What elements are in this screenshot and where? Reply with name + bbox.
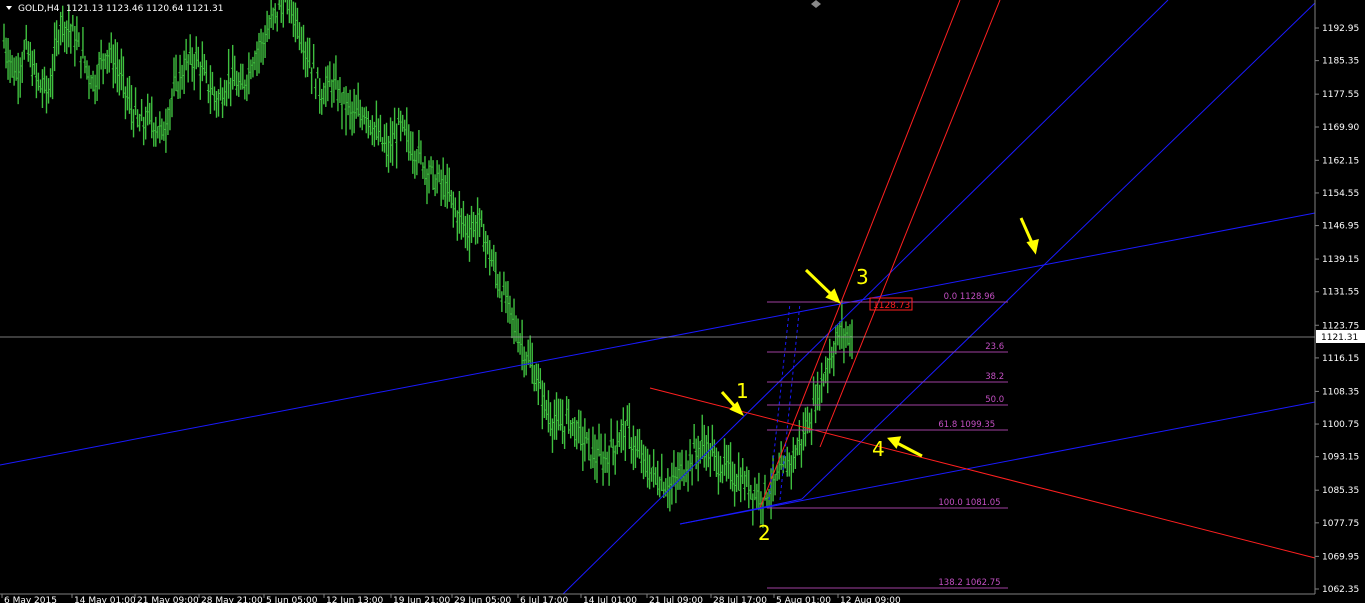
price-tick-label: 1162.15 (1322, 156, 1359, 166)
price-tick-label: 1108.35 (1322, 387, 1359, 397)
price-axis: 1192.95 1185.35 1177.55 1169.90 1162.15 1154.… (1315, 24, 1359, 595)
symbol-title: GOLD,H4 (18, 4, 60, 14)
chevron-down-icon[interactable] (6, 6, 12, 10)
price-tick-label: 1077.75 (1322, 519, 1359, 529)
time-tick-label: 21 May 09:00 (137, 596, 199, 603)
channel-blue-right[interactable] (801, 2, 1316, 500)
time-tick-label: 5 Jun 05:00 (266, 596, 318, 603)
price-tick-label: 1154.55 (1322, 189, 1359, 199)
time-tick-label: 12 Jun 13:00 (326, 596, 383, 603)
annotation-1: 1 (736, 379, 749, 403)
price-tick-label: 1131.55 (1322, 288, 1359, 298)
scroll-marker-icon[interactable] (811, 0, 821, 8)
trendline-blue-long[interactable] (0, 212, 1316, 466)
candles-layer (2, 0, 853, 528)
price-tick-label: 1139.15 (1322, 255, 1359, 265)
fib-level-label: 61.8 1099.35 (938, 420, 995, 430)
fib-level-label: 138.2 1062.75 (938, 578, 1000, 588)
fib-level-label: 100.0 1081.05 (938, 498, 1000, 508)
time-tick-label: 6 Jul 17:00 (520, 596, 569, 603)
chart-window[interactable]: 0.0 1128.96 23.6 38.2 50.0 61.8 1099.35 100.0… (0, 0, 1365, 603)
ohlc-values: 1121.13 1123.46 1120.64 1121.31 (66, 4, 223, 14)
fib-level-label: 0.0 1128.96 (944, 292, 995, 302)
time-tick-label: 12 Aug 09:00 (840, 596, 901, 603)
time-tick-label: 14 May 01:00 (74, 596, 136, 603)
base-line-blue[interactable] (679, 507, 761, 525)
channel-blue-left[interactable] (562, 0, 1169, 595)
time-tick-label: 19 Jun 21:00 (393, 596, 450, 603)
price-tick-label: 1192.95 (1322, 24, 1359, 34)
price-tick-label: 1123.75 (1322, 321, 1359, 331)
price-chart[interactable]: 0.0 1128.96 23.6 38.2 50.0 61.8 1099.35 100.0… (0, 0, 1365, 603)
arrow-4-head-icon (887, 436, 902, 449)
trendlines-layer (0, 0, 1316, 595)
time-axis: 6 May 2015 14 May 01:00 21 May 09:00 28 May… (1, 594, 901, 603)
time-tick-label: 5 Aug 01:00 (776, 596, 831, 603)
time-tick-label: 14 Jul 01:00 (583, 596, 637, 603)
time-tick-label: 21 Jul 09:00 (649, 596, 703, 603)
price-tick-label: 1169.90 (1322, 123, 1359, 133)
arrow-5-head-icon (1026, 238, 1039, 255)
price-tick-label: 1062.35 (1322, 585, 1359, 595)
fib-level-label: 50.0 (985, 395, 1004, 405)
trendline-red-down[interactable] (649, 387, 1316, 559)
price-tick-label: 1100.75 (1322, 420, 1359, 430)
arrow-3-icon (804, 268, 836, 299)
time-tick-label: 28 May 21:00 (201, 596, 263, 603)
annotation-4: 4 (872, 437, 885, 461)
time-tick-label: 6 May 2015 (4, 596, 57, 603)
price-tick-label: 1069.95 (1322, 552, 1359, 562)
channel-red-right[interactable] (819, 0, 1001, 448)
fib-level-label: 38.2 (985, 372, 1004, 382)
price-box-label: 1128.73 (873, 301, 910, 311)
time-tick-label: 28 Jul 17:00 (713, 596, 767, 603)
price-tick-label: 1146.95 (1322, 222, 1359, 232)
annotation-3: 3 (856, 265, 869, 289)
channel-red-left[interactable] (759, 0, 961, 509)
fib-level-label: 23.6 (985, 342, 1004, 352)
current-price-label: 1121.31 (1321, 333, 1358, 343)
price-tick-label: 1177.55 (1322, 90, 1359, 100)
price-tick-label: 1085.35 (1322, 486, 1359, 496)
time-tick-label: 29 Jun 05:00 (454, 596, 511, 603)
price-tick-label: 1185.35 (1322, 57, 1359, 67)
price-tick-label: 1093.15 (1322, 453, 1359, 463)
price-tick-label: 1116.15 (1322, 354, 1359, 364)
annotation-2: 2 (758, 521, 771, 545)
